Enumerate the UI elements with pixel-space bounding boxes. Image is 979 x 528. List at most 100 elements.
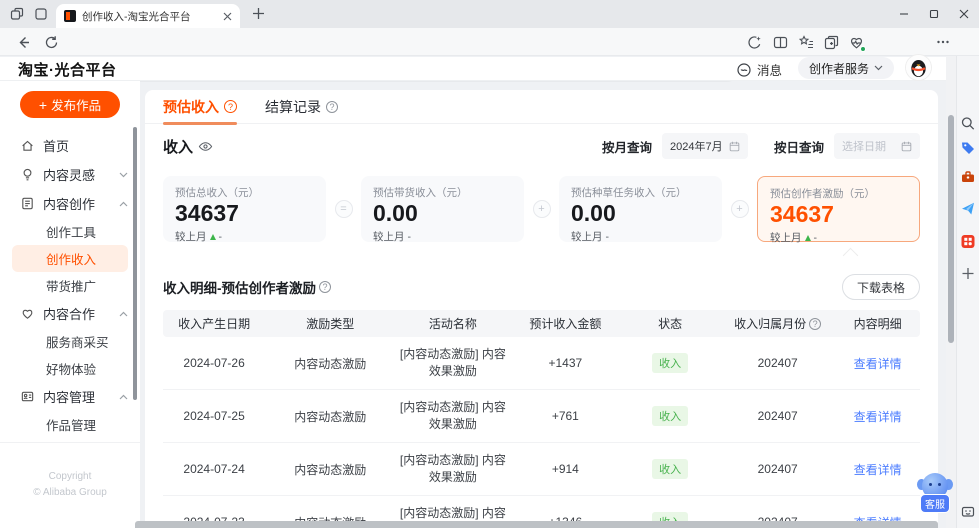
table-row: 2024-07-25 内容动态激励 [内容动态激励] 内容效果激励 +761 收…: [163, 390, 920, 443]
view-detail-link[interactable]: 查看详情: [854, 355, 902, 372]
search-icon[interactable]: [961, 116, 976, 131]
table-row: 2024-07-24 内容动态激励 [内容动态激励] 内容效果激励 +914 收…: [163, 443, 920, 496]
status-badge: 收入: [652, 459, 688, 479]
workspaces-icon[interactable]: [10, 7, 24, 21]
customer-service-button[interactable]: 客服: [920, 473, 950, 513]
user-avatar[interactable]: [906, 55, 931, 80]
calendar-icon: [901, 141, 912, 152]
browser-window: 创作收入-淘宝光合平台 https://creator.guanghe.taob…: [0, 0, 979, 528]
add-icon[interactable]: [962, 267, 975, 280]
content-management-icon: [20, 389, 35, 404]
table-header-row: 收入产生日期 激励类型 活动名称 预计收入金额 状态 收入归属月份 内容明细: [163, 310, 920, 337]
day-query-label: 按日查询: [774, 137, 824, 156]
shopping-tag-icon[interactable]: [961, 140, 976, 155]
browser-toolbar: https://creator.guanghe.taobao.com/page/…: [0, 28, 979, 56]
col-type: 激励类型: [265, 315, 395, 332]
new-tab-icon[interactable]: [252, 7, 265, 20]
help-icon[interactable]: [224, 100, 237, 113]
send-plane-icon[interactable]: [961, 201, 976, 216]
more-options-icon[interactable]: [936, 35, 950, 49]
tab-estimated-income[interactable]: 预估收入: [163, 90, 237, 124]
income-detail-table: 收入产生日期 激励类型 活动名称 预计收入金额 状态 收入归属月份 内容明细 2…: [163, 310, 920, 528]
taobao-app-icon[interactable]: [961, 234, 976, 249]
up-arrow-icon: [210, 234, 216, 240]
page-scrollbar[interactable]: [946, 56, 956, 528]
messages-button[interactable]: 消息: [736, 60, 782, 79]
view-detail-link[interactable]: 查看详情: [854, 408, 902, 425]
plus-operator: +: [524, 200, 559, 218]
col-detail: 内容明细: [835, 315, 920, 332]
toolbox-icon[interactable]: [961, 169, 976, 184]
customer-service-label: 客服: [920, 494, 950, 513]
tab-close-icon[interactable]: [223, 12, 232, 21]
sidebar-item-promo[interactable]: 带货推广: [0, 272, 140, 299]
maximize-icon[interactable]: [919, 0, 949, 28]
chevron-up-icon: [119, 394, 128, 400]
collections-icon[interactable]: [824, 35, 839, 50]
browser-essentials-icon[interactable]: [849, 35, 864, 50]
sidebar-item-creation-income[interactable]: 创作收入: [12, 245, 128, 272]
sidebar-divider: [0, 442, 140, 443]
minimize-icon[interactable]: [889, 0, 919, 28]
panel-tabs: 预估收入 结算记录: [145, 90, 938, 124]
browser-tabstrip: 创作收入-淘宝光合平台: [0, 0, 979, 28]
sidebar-scrollbar[interactable]: [133, 127, 137, 400]
detail-header: 收入明细-预估创作者激励 下载表格: [163, 273, 920, 301]
scrollbar-thumb[interactable]: [948, 115, 954, 343]
view-detail-link[interactable]: 查看详情: [854, 461, 902, 478]
sidebar-item-procurement[interactable]: 服务商采买: [0, 328, 140, 355]
col-activity: 活动名称: [395, 315, 510, 332]
essentials-status-dot: [860, 46, 866, 52]
help-icon[interactable]: [326, 101, 338, 113]
sidebar-item-creation[interactable]: 内容创作: [0, 189, 140, 218]
status-badge: 收入: [652, 353, 688, 373]
creator-service-dropdown[interactable]: 创作者服务: [798, 57, 894, 79]
content-creation-icon: [20, 196, 35, 211]
sidebar-menu: 首页 内容灵感 内容创作 创作工具 创作收入 带货推广 内容合作 服务商采买 好…: [0, 131, 140, 438]
chevron-up-icon: [119, 201, 128, 207]
back-icon[interactable]: [16, 35, 31, 50]
app-logo: 淘宝·光合平台: [18, 59, 117, 80]
stat-card-creator-incentive[interactable]: 预估创作者激励（元） 34637 较上月-: [757, 176, 920, 242]
sidebar-item-inspiration[interactable]: 内容灵感: [0, 160, 140, 189]
tab-settlement-record[interactable]: 结算记录: [265, 90, 338, 124]
col-month: 收入归属月份: [720, 315, 835, 332]
favorites-icon[interactable]: [799, 35, 814, 50]
split-screen-icon[interactable]: [773, 35, 788, 50]
table-row: 2024-07-26 内容动态激励 [内容动态激励] 内容效果激励 +1437 …: [163, 337, 920, 390]
date-query-group: 按月查询 2024年7月 按日查询 选择日期: [602, 133, 920, 159]
income-toolbar: 收入 按月查询 2024年7月 按日查询 选择日期: [163, 132, 920, 160]
app-header: 淘宝·光合平台 消息 创作者服务: [0, 57, 956, 81]
income-title: 收入: [163, 136, 213, 157]
sidebar-item-home[interactable]: 首页: [0, 131, 140, 160]
inspiration-icon: [20, 167, 35, 182]
tab-title: 创作收入-淘宝光合平台: [82, 9, 217, 24]
sidebar-item-experience[interactable]: 好物体验: [0, 355, 140, 382]
plus-operator: +: [722, 200, 757, 218]
month-picker[interactable]: 2024年7月: [662, 133, 748, 159]
close-window-icon[interactable]: [949, 0, 979, 28]
browser-tab[interactable]: 创作收入-淘宝光合平台: [56, 4, 240, 28]
screenshot-icon[interactable]: [961, 504, 976, 519]
home-icon: [20, 138, 35, 153]
help-icon[interactable]: [809, 318, 821, 330]
sidebar-item-management[interactable]: 内容管理: [0, 382, 140, 411]
publish-work-button[interactable]: + 发布作品: [20, 91, 120, 118]
stat-card-sales-income[interactable]: 预估带货收入（元） 0.00 较上月-: [361, 176, 524, 242]
tab-actions-icon[interactable]: [34, 7, 48, 21]
stat-card-total-income[interactable]: 预估总收入（元） 34637 较上月-: [163, 176, 326, 242]
day-picker[interactable]: 选择日期: [834, 133, 920, 159]
sidebar-item-works[interactable]: 作品管理: [0, 411, 140, 438]
eye-icon[interactable]: [198, 141, 213, 152]
stat-card-task-income[interactable]: 预估种草任务收入（元） 0.00 较上月-: [559, 176, 722, 242]
help-icon[interactable]: [319, 281, 331, 293]
cooperation-icon: [20, 306, 35, 321]
sidebar-item-creation-tools[interactable]: 创作工具: [0, 218, 140, 245]
sidebar-item-cooperation[interactable]: 内容合作: [0, 299, 140, 328]
download-table-button[interactable]: 下载表格: [842, 274, 920, 300]
horizontal-scrollbar[interactable]: [135, 521, 938, 528]
month-query-label: 按月查询: [602, 137, 652, 156]
copilot-discover-icon[interactable]: [747, 35, 762, 50]
refresh-icon[interactable]: [44, 35, 59, 50]
detail-title: 收入明细-预估创作者激励: [163, 277, 331, 297]
